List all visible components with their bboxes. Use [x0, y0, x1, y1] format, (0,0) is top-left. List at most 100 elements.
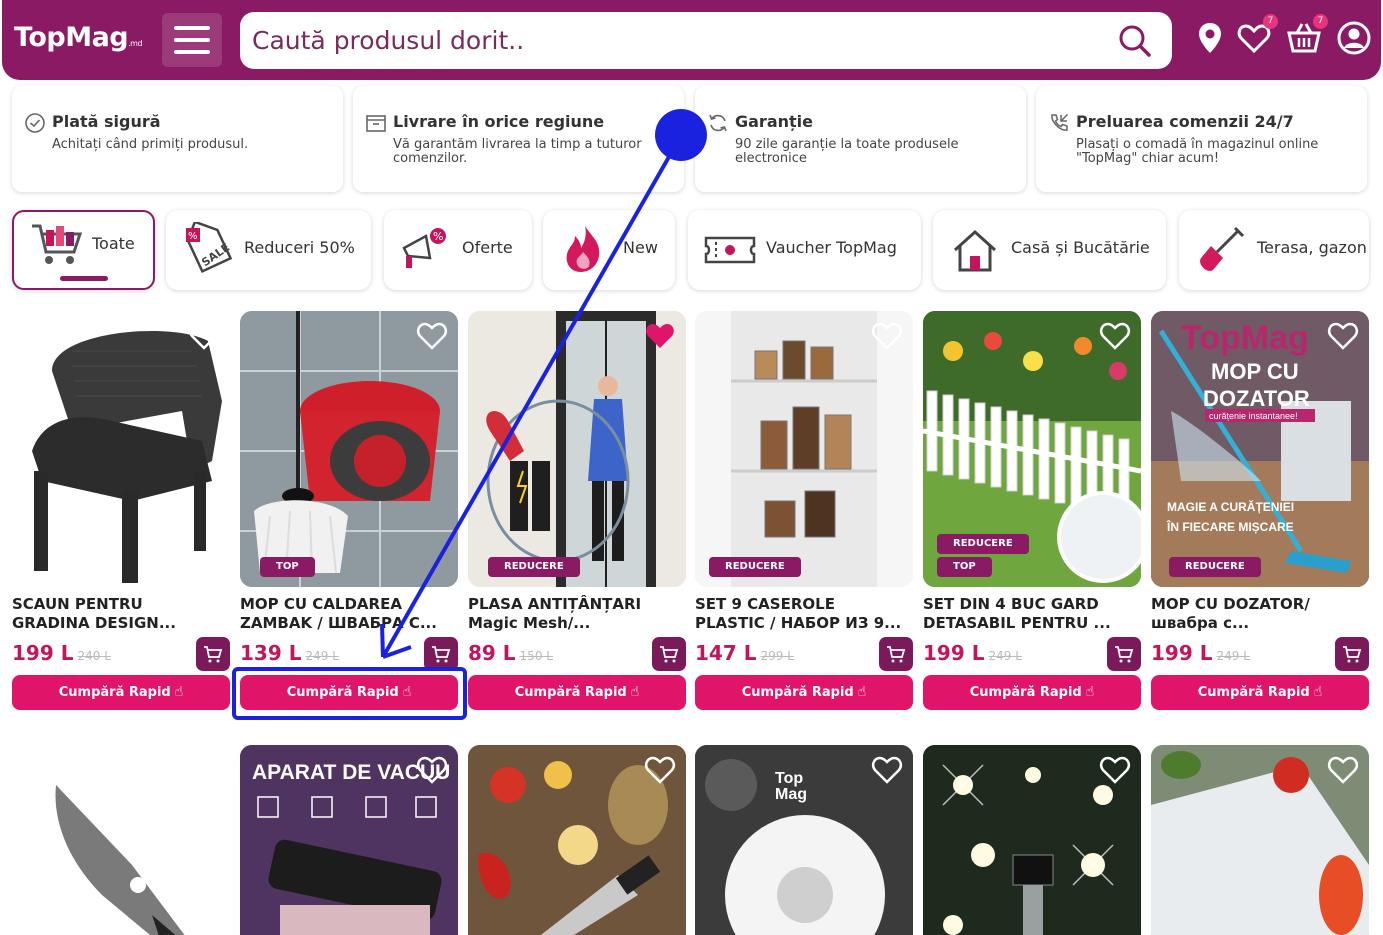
buy-fast-button[interactable]: Cumpără Rapid ☝ [240, 675, 458, 710]
search-icon[interactable] [1118, 24, 1152, 58]
page: TopMag.md 7 7 Plată sigură Achitați când… [0, 0, 1383, 935]
add-to-cart-button[interactable] [652, 637, 686, 671]
product-image[interactable]: TOP [240, 311, 458, 587]
product-title[interactable]: MOP CU DOZATOR/швабра с... [1151, 595, 1369, 633]
house-icon [953, 229, 997, 272]
product-image[interactable]: TopMag MOP CU DOZATOR curățenie instanta… [1151, 311, 1369, 587]
product-card[interactable]: APARAT DE VACUU [240, 745, 458, 935]
product-image[interactable]: Top Mag [695, 745, 913, 935]
search-box [240, 12, 1172, 69]
top-tag: TOP [260, 557, 315, 577]
product-image[interactable]: REDUCERE [468, 311, 686, 587]
hand-pointer-icon: ☝ [630, 684, 640, 700]
heart-icon[interactable] [1099, 321, 1131, 351]
info-title: Livrare în orice regiune [393, 112, 605, 131]
category-label: Vaucher TopMag [766, 238, 897, 257]
menu-bar [174, 26, 210, 30]
heart-icon[interactable] [871, 755, 903, 785]
location-pin-icon[interactable] [1192, 20, 1228, 56]
add-to-cart-button[interactable] [1107, 637, 1141, 671]
category-offers[interactable]: % Oferte [384, 210, 532, 290]
heart-icon[interactable] [644, 755, 676, 785]
menu-button[interactable] [162, 13, 222, 67]
product-image[interactable]: APARAT DE VACUU [240, 745, 458, 935]
product-image[interactable]: REDUCERE TOP [923, 311, 1141, 587]
buy-fast-button[interactable]: Cumpără Rapid ☝ [468, 675, 686, 710]
info-desc: Achitați când primiți produsul. [52, 137, 249, 152]
product-image[interactable] [12, 311, 230, 587]
category-terrace-lawn[interactable]: Terasa, gazon [1179, 210, 1369, 290]
knife-image[interactable] [12, 745, 230, 935]
product-image[interactable] [923, 745, 1141, 935]
add-to-cart-button[interactable] [196, 637, 230, 671]
old-price: 240 L [77, 649, 111, 663]
menu-bar [174, 50, 210, 54]
buy-fast-button[interactable]: Cumpără Rapid ☝ [695, 675, 913, 710]
user-account-icon[interactable] [1336, 20, 1372, 56]
heart-icon[interactable] [1099, 755, 1131, 785]
category-home-kitchen[interactable]: Casă și Bucătărie [933, 210, 1166, 290]
add-to-cart-button[interactable] [879, 637, 913, 671]
cart-icon [204, 646, 223, 663]
product-title[interactable]: SET DIN 4 BUC GARD DETASABIL PENTRU ... [923, 595, 1141, 633]
cart-count-badge: 7 [1313, 14, 1328, 29]
buy-fast-button[interactable]: Cumpără Rapid ☝ [1151, 675, 1369, 710]
svg-text:MOP CU: MOP CU [1211, 359, 1299, 384]
heart-icon[interactable] [1327, 755, 1359, 785]
product-title[interactable]: PLASA ANTIȚÂNȚARI Magic Mesh/... [468, 595, 686, 633]
svg-text:MAGIE A CURĂȚENIEI: MAGIE A CURĂȚENIEI [1167, 499, 1294, 514]
discount-tag: REDUCERE [488, 557, 580, 577]
info-title: Preluarea comenzii 24/7 [1076, 112, 1294, 131]
product-card[interactable] [12, 745, 230, 935]
shopping-cart-icon [32, 224, 83, 264]
category-new[interactable]: New [543, 210, 675, 290]
top-header: TopMag.md 7 7 [2, 0, 1381, 80]
refresh-icon [709, 114, 727, 132]
product-title[interactable]: MOP CU CALDAREA ZAMBAK / ШВАБРА С... [240, 595, 458, 633]
old-price: 150 L [519, 649, 553, 663]
category-all[interactable]: Toate [12, 210, 155, 290]
info-card-orders: Preluarea comenzii 24/7 Plasați o comadă… [1036, 86, 1367, 192]
category-voucher[interactable]: Vaucher TopMag [688, 210, 921, 290]
old-price: 249 L [1216, 649, 1250, 663]
check-circle-icon [25, 113, 45, 133]
buy-fast-button[interactable]: Cumpără Rapid ☝ [923, 675, 1141, 710]
cart-button[interactable]: 7 [1286, 14, 1328, 56]
info-desc: Vă garantăm livrarea la timp a tuturor c… [393, 137, 642, 166]
wishlist-button[interactable]: 7 [1236, 14, 1278, 56]
heart-icon[interactable] [871, 321, 903, 351]
product-image[interactable] [1151, 745, 1369, 935]
svg-text:ÎN FIECARE MIȘCARE: ÎN FIECARE MIȘCARE [1166, 519, 1294, 534]
heart-filled-icon[interactable] [644, 321, 676, 351]
product-title[interactable]: SCAUN PENTRU GRADINA DESIGN... [12, 595, 230, 633]
cart-icon [660, 646, 679, 663]
heart-icon[interactable] [416, 755, 448, 785]
heart-icon[interactable] [1327, 321, 1359, 351]
product-image[interactable] [468, 745, 686, 935]
buy-fast-button[interactable]: Cumpără Rapid ☝ [12, 675, 230, 710]
svg-text:TopMag: TopMag [1181, 319, 1309, 357]
product-title[interactable]: SET 9 CASEROLE PLASTIC / НАБОР ИЗ 9... [695, 595, 913, 633]
category-label: New [623, 238, 658, 257]
add-to-cart-button[interactable] [1335, 637, 1369, 671]
active-underline [60, 276, 108, 281]
search-input[interactable] [252, 12, 1112, 69]
mosquito-net-image [468, 311, 686, 587]
top-tag: TOP [937, 557, 992, 577]
product-image[interactable]: REDUCERE [695, 311, 913, 587]
heart-icon[interactable] [416, 321, 448, 351]
category-discounts[interactable]: SALE% Reduceri 50% [166, 210, 371, 290]
product-card[interactable] [923, 745, 1141, 935]
menu-bar [174, 38, 210, 42]
add-to-cart-button[interactable] [424, 637, 458, 671]
hand-pointer-icon: ☝ [174, 684, 184, 700]
category-label: Terasa, gazon [1257, 238, 1367, 257]
product-card[interactable]: Top Mag [695, 745, 913, 935]
product-card[interactable] [468, 745, 686, 935]
old-price: 299 L [760, 649, 794, 663]
heart-icon[interactable] [188, 321, 220, 351]
product-card[interactable] [1151, 745, 1369, 935]
cart-icon [887, 646, 906, 663]
topmag-logo[interactable]: TopMag.md [14, 22, 143, 53]
megaphone-icon: % [402, 228, 446, 268]
